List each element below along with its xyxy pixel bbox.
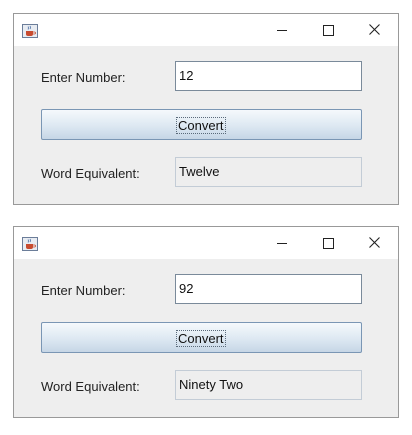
close-button[interactable] xyxy=(351,227,397,259)
close-button[interactable] xyxy=(351,14,397,46)
converter-window-2: Enter Number: 92 Convert Word Equivalent… xyxy=(13,226,399,418)
word-equivalent-field[interactable]: Twelve xyxy=(175,157,362,187)
title-bar[interactable] xyxy=(14,227,398,259)
minimize-button[interactable] xyxy=(259,14,305,46)
maximize-button[interactable] xyxy=(305,227,351,259)
minimize-button[interactable] xyxy=(259,227,305,259)
converter-window-1: Enter Number: 12 Convert Word Equivalent… xyxy=(13,13,399,205)
close-icon xyxy=(369,24,380,35)
convert-button[interactable]: Convert xyxy=(41,109,362,140)
maximize-button[interactable] xyxy=(305,14,351,46)
java-coffee-cup-icon[interactable] xyxy=(22,23,38,38)
convert-button-label: Convert xyxy=(176,330,226,347)
java-coffee-cup-icon[interactable] xyxy=(22,236,38,251)
convert-button-label: Convert xyxy=(176,117,226,134)
word-equivalent-label: Word Equivalent: xyxy=(41,166,140,181)
enter-number-label: Enter Number: xyxy=(41,70,126,85)
minimize-icon xyxy=(277,30,287,31)
word-equivalent-field[interactable]: Ninety Two xyxy=(175,370,362,400)
number-input[interactable]: 12 xyxy=(175,61,362,91)
minimize-icon xyxy=(277,243,287,244)
enter-number-label: Enter Number: xyxy=(41,283,126,298)
convert-button[interactable]: Convert xyxy=(41,322,362,353)
maximize-icon xyxy=(323,25,334,36)
title-bar[interactable] xyxy=(14,14,398,46)
close-icon xyxy=(369,237,380,248)
number-input[interactable]: 92 xyxy=(175,274,362,304)
maximize-icon xyxy=(323,238,334,249)
word-equivalent-label: Word Equivalent: xyxy=(41,379,140,394)
